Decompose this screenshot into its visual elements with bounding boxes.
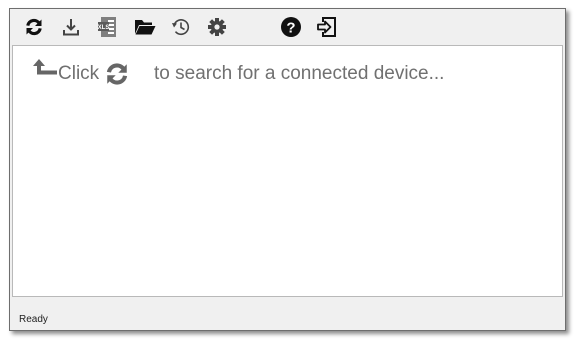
gear-icon bbox=[207, 17, 227, 37]
history-icon bbox=[171, 17, 191, 37]
app-window: XLS ? Click to search for a connected de… bbox=[9, 8, 566, 331]
svg-text:XLS: XLS bbox=[98, 25, 110, 31]
help-button[interactable]: ? bbox=[278, 14, 304, 40]
download-icon bbox=[61, 17, 81, 37]
exit-icon bbox=[316, 16, 338, 38]
status-text: Ready bbox=[19, 314, 48, 325]
export-xls-icon: XLS bbox=[97, 16, 117, 38]
arrow-up-left-icon bbox=[33, 59, 57, 86]
folder-open-icon bbox=[134, 18, 156, 36]
device-list-panel: Click to search for a connected device..… bbox=[12, 45, 563, 297]
hint-click-text: Click bbox=[58, 63, 100, 84]
svg-text:?: ? bbox=[286, 20, 295, 37]
settings-button[interactable] bbox=[204, 14, 230, 40]
exit-button[interactable] bbox=[314, 14, 340, 40]
help-icon: ? bbox=[280, 16, 302, 38]
refresh-button[interactable] bbox=[21, 14, 47, 40]
hint-instruction-text: to search for a connected device... bbox=[154, 63, 445, 84]
history-button[interactable] bbox=[168, 14, 194, 40]
toolbar: XLS ? bbox=[10, 9, 565, 45]
open-folder-button[interactable] bbox=[132, 14, 158, 40]
download-button[interactable] bbox=[58, 14, 84, 40]
status-bar: Ready bbox=[10, 298, 565, 330]
export-xls-button[interactable]: XLS bbox=[94, 14, 120, 40]
refresh-icon bbox=[103, 61, 131, 92]
refresh-icon bbox=[24, 17, 44, 37]
